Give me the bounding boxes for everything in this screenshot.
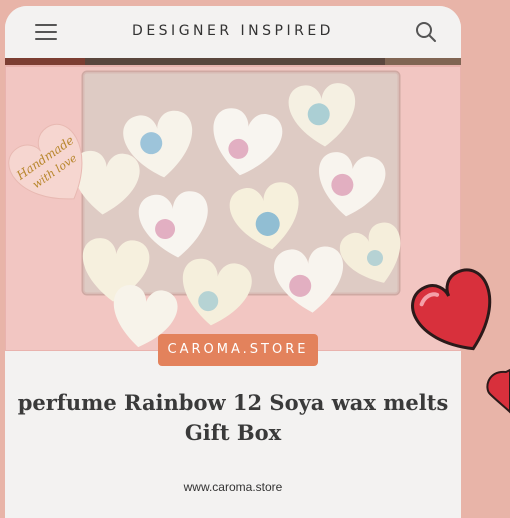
brand-tag[interactable]: CAROMA.STORE bbox=[158, 334, 318, 366]
product-title-line1: perfume Rainbow 12 Soya wax melts bbox=[17, 390, 449, 415]
site-url-link[interactable]: www.caroma.store bbox=[5, 480, 461, 494]
search-icon[interactable] bbox=[415, 21, 437, 43]
product-title: perfume Rainbow 12 Soya wax melts Gift B… bbox=[15, 388, 451, 448]
red-heart-icon bbox=[411, 268, 492, 351]
app-header: DESIGNER INSPIRED bbox=[5, 6, 461, 58]
product-card: DESIGNER INSPIRED Handmade with love CAR… bbox=[5, 6, 461, 518]
site-title[interactable]: DESIGNER INSPIRED bbox=[5, 23, 461, 39]
red-heart-small-icon bbox=[486, 368, 510, 414]
product-title-line2: Gift Box bbox=[184, 420, 282, 445]
product-image[interactable]: Handmade with love bbox=[5, 58, 461, 351]
